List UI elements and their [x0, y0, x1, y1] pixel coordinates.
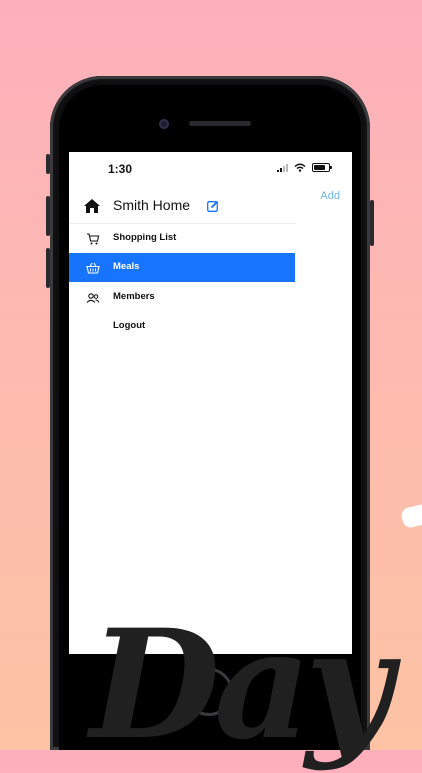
- menu-item-shopping-list[interactable]: Shopping List: [69, 224, 295, 253]
- menu-item-label: Logout: [113, 320, 146, 331]
- cart-icon: [87, 233, 100, 245]
- cellular-signal-icon: [277, 163, 288, 172]
- earpiece-speaker: [189, 121, 251, 126]
- volume-down-button: [46, 248, 50, 288]
- status-time: 1:30: [108, 162, 133, 176]
- basket-icon: [86, 262, 100, 274]
- people-icon: [86, 293, 100, 303]
- status-icons: [277, 163, 332, 172]
- mute-switch: [46, 154, 50, 174]
- battery-icon: [312, 163, 332, 172]
- menu-item-label: Shopping List: [113, 232, 177, 243]
- volume-up-button: [46, 196, 50, 236]
- power-button: [370, 200, 374, 246]
- menu-item-members[interactable]: Members: [69, 283, 295, 312]
- menu-item-label: Meals: [113, 261, 140, 272]
- decorative-brush-text: Day: [90, 597, 392, 773]
- menu-item-meals[interactable]: Meals: [69, 253, 295, 282]
- edit-icon[interactable]: [207, 200, 219, 212]
- wifi-icon: [294, 163, 306, 172]
- menu-item-logout[interactable]: Logout: [69, 312, 295, 341]
- home-header: Smith Home: [69, 192, 295, 222]
- add-button[interactable]: Add: [320, 190, 340, 202]
- app-screen: 1:30 Add Smith Home Shopping List Meals …: [69, 152, 352, 654]
- menu-item-label: Members: [113, 291, 155, 302]
- house-icon: [84, 199, 100, 213]
- front-camera: [159, 119, 169, 129]
- decorative-brush-stroke: [399, 502, 422, 530]
- home-name: Smith Home: [113, 197, 191, 213]
